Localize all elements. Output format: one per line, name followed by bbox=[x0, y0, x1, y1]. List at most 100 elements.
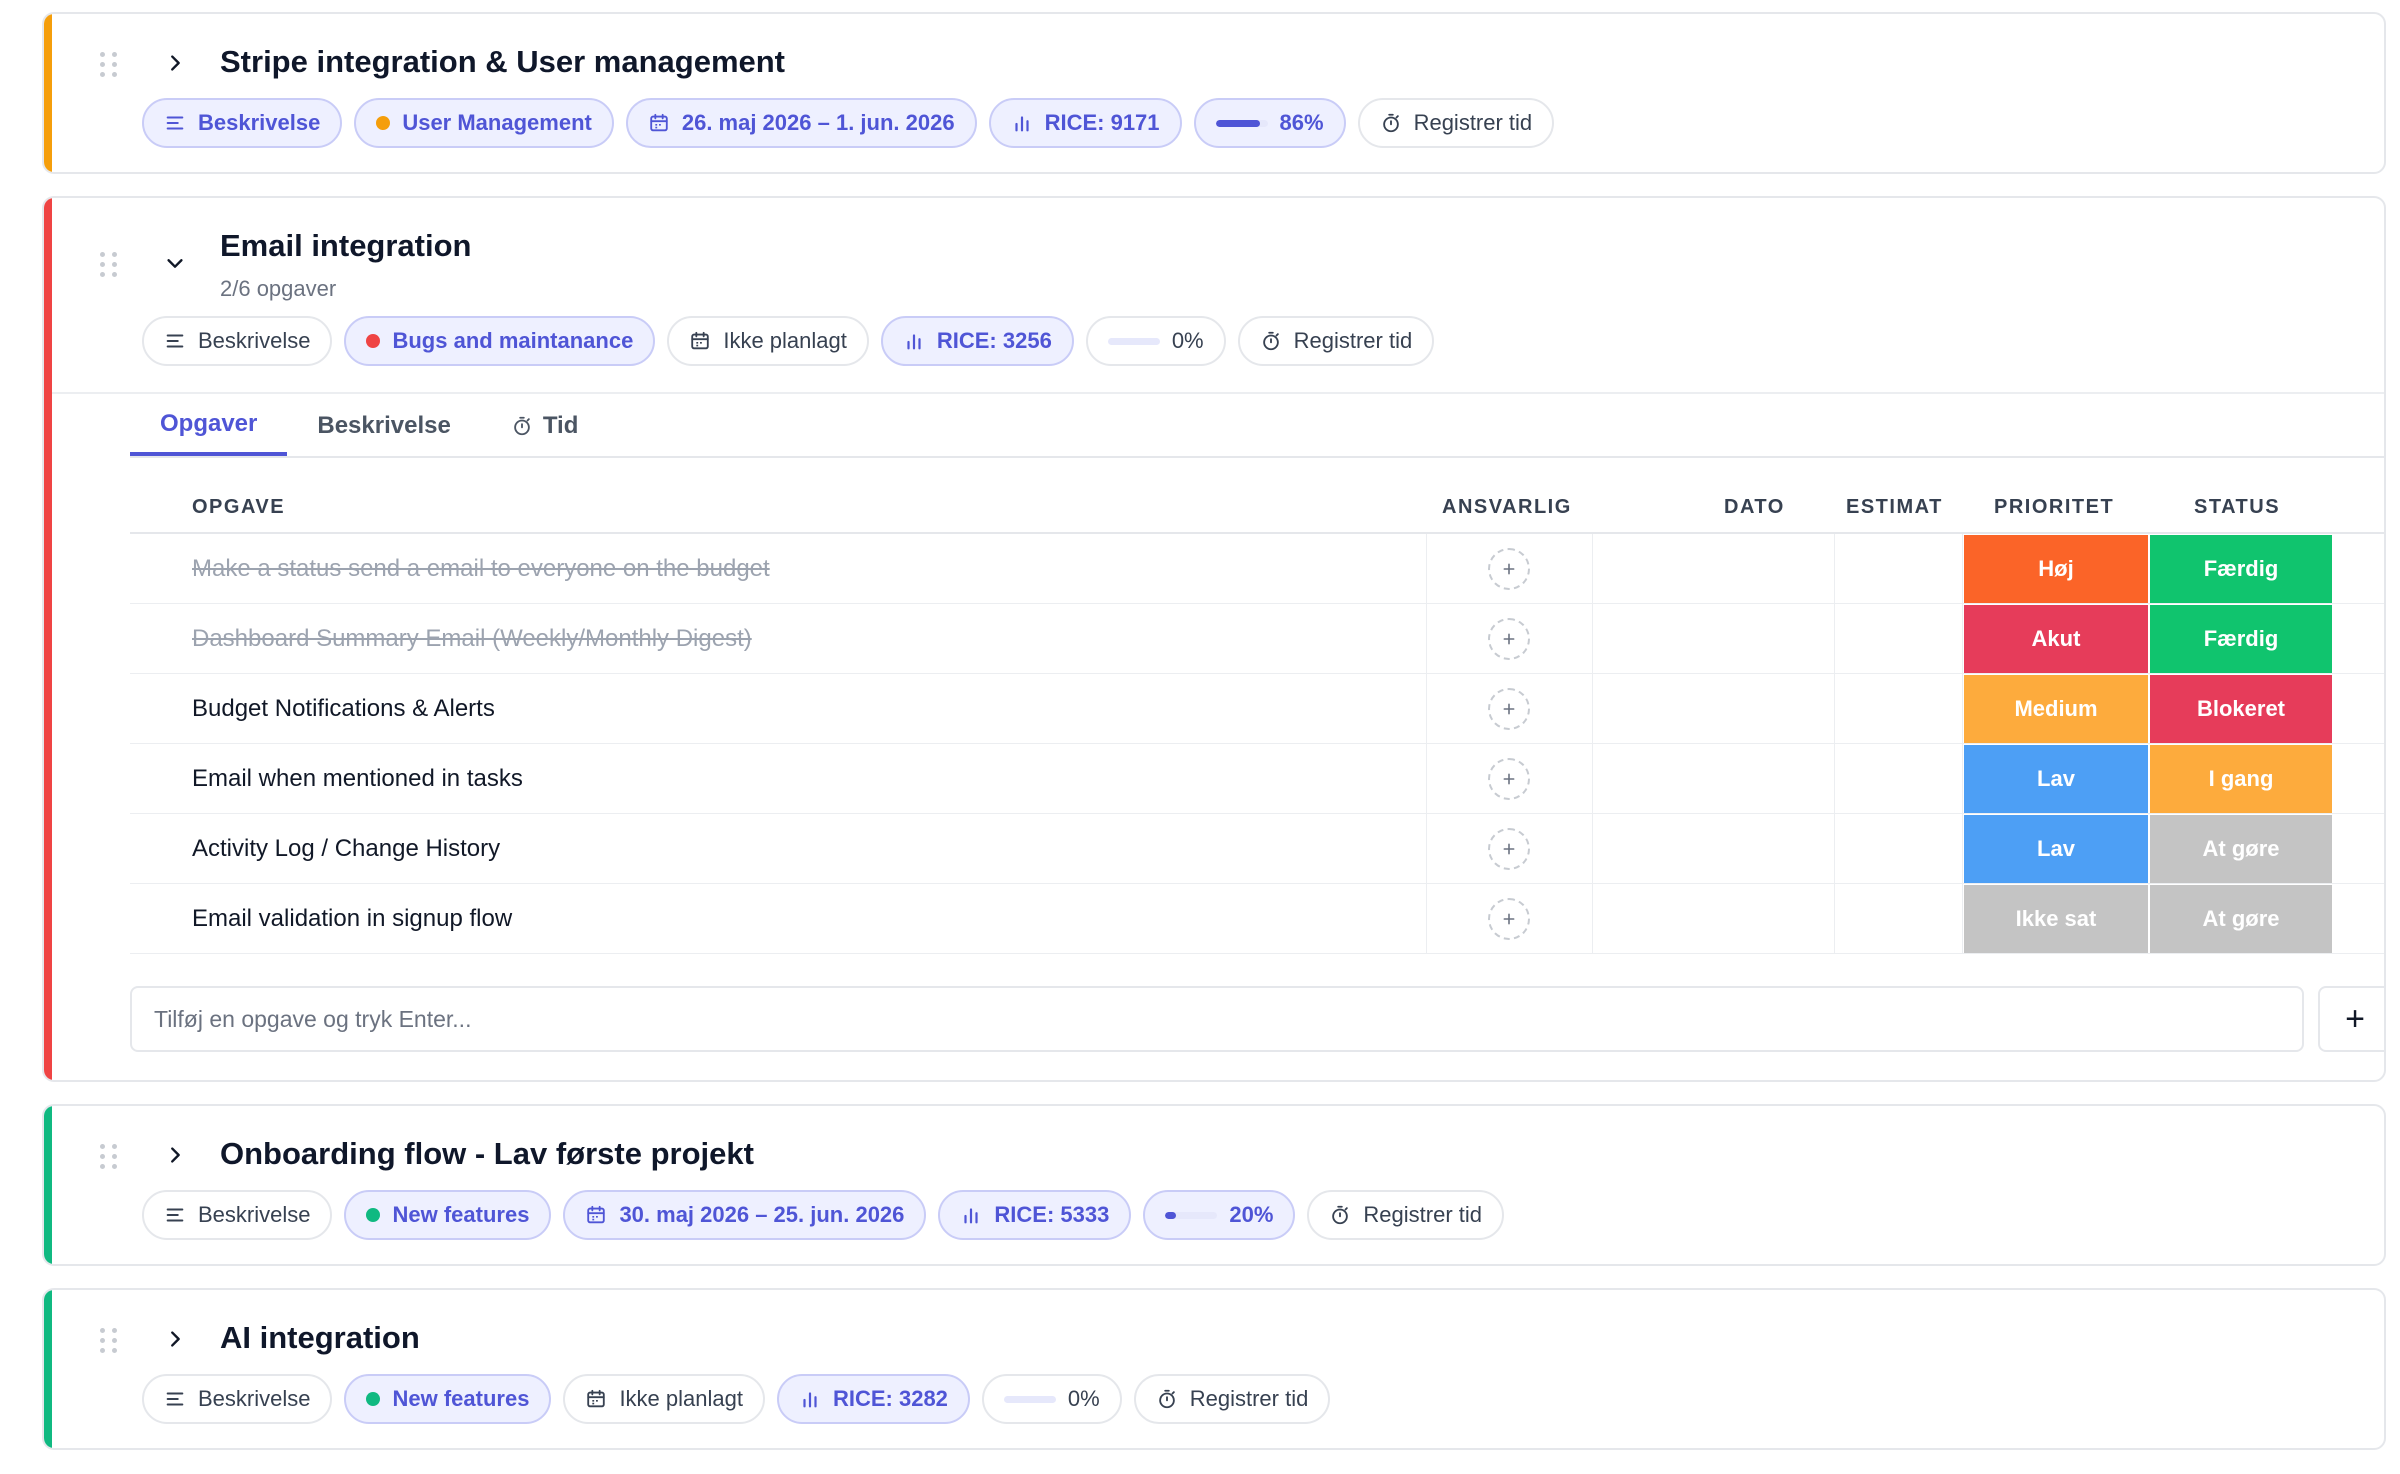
date-range-label: 26. maj 2026 – 1. jun. 2026 bbox=[681, 110, 955, 135]
column-divider bbox=[1426, 674, 1427, 744]
column-header-task[interactable]: OPGAVE bbox=[192, 496, 285, 519]
task-name[interactable]: Make a status send a email to everyone o… bbox=[192, 534, 770, 604]
status-pill[interactable]: Blokeret bbox=[2150, 675, 2332, 743]
priority-pill[interactable]: Ikke sat bbox=[1964, 885, 2148, 953]
category-chip[interactable]: Bugs and maintanance bbox=[344, 316, 656, 366]
description-chip[interactable]: Beskrivelse bbox=[142, 316, 333, 366]
task-name[interactable]: Budget Notifications & Alerts bbox=[192, 674, 495, 744]
drag-handle-icon[interactable] bbox=[100, 252, 118, 278]
bar-chart-icon bbox=[803, 1392, 817, 1408]
assign-user-button[interactable] bbox=[1488, 828, 1530, 870]
chevron-right-icon[interactable] bbox=[160, 1140, 190, 1170]
drag-handle-icon[interactable] bbox=[100, 1144, 118, 1170]
table-row[interactable]: Dashboard Summary Email (Weekly/Monthly … bbox=[130, 604, 2384, 674]
card-title[interactable]: Onboarding flow - Lav første projekt bbox=[220, 1136, 754, 1172]
rice-score-chip[interactable]: RICE: 3282 bbox=[776, 1374, 970, 1424]
lines-icon bbox=[166, 116, 184, 130]
chevron-right-icon[interactable] bbox=[160, 1324, 190, 1354]
priority-pill[interactable]: Akut bbox=[1964, 605, 2148, 673]
register-time-chip[interactable]: Registrer tid bbox=[1133, 1374, 1331, 1424]
status-pill[interactable]: At gøre bbox=[2150, 815, 2332, 883]
register-time-chip[interactable]: Registrer tid bbox=[1307, 1190, 1504, 1240]
column-divider bbox=[1592, 884, 1593, 954]
chevron-right-icon[interactable] bbox=[160, 48, 190, 78]
chevron-down-icon[interactable] bbox=[160, 248, 190, 278]
category-chip[interactable]: New features bbox=[344, 1190, 552, 1240]
status-pill[interactable]: Færdig bbox=[2150, 605, 2332, 673]
column-header-date[interactable]: DATO bbox=[1724, 496, 1785, 519]
column-divider bbox=[1592, 814, 1593, 884]
priority-pill[interactable]: Lav bbox=[1964, 745, 2148, 813]
column-header-estimate[interactable]: ESTIMAT bbox=[1846, 496, 1943, 519]
assign-user-button[interactable] bbox=[1488, 898, 1530, 940]
tab-time-label: Tid bbox=[542, 412, 579, 439]
lines-icon bbox=[166, 1208, 184, 1222]
rice-score-chip[interactable]: RICE: 3256 bbox=[880, 316, 1074, 366]
rice-score-chip[interactable]: RICE: 9171 bbox=[988, 98, 1182, 148]
status-pill[interactable]: Færdig bbox=[2150, 535, 2332, 603]
date-range-chip[interactable]: 30. maj 2026 – 25. jun. 2026 bbox=[563, 1190, 927, 1240]
description-chip[interactable]: Beskrivelse bbox=[142, 1190, 333, 1240]
description-chip[interactable]: Beskrivelse bbox=[142, 1374, 333, 1424]
date-range-chip[interactable]: Ikke planlagt bbox=[667, 316, 869, 366]
lines-icon bbox=[166, 334, 184, 348]
rice-score-chip[interactable]: RICE: 5333 bbox=[938, 1190, 1132, 1240]
status-pill[interactable]: At gøre bbox=[2150, 885, 2332, 953]
card-title[interactable]: Email integration bbox=[220, 228, 471, 264]
category-chip[interactable]: User Management bbox=[354, 98, 614, 148]
tab-description[interactable]: Beskrivelse bbox=[287, 396, 480, 456]
progress-bar bbox=[1107, 337, 1160, 345]
status-pill[interactable]: I gang bbox=[2150, 745, 2332, 813]
assign-user-button[interactable] bbox=[1488, 758, 1530, 800]
table-row[interactable]: Budget Notifications & Alerts Medium Bloke… bbox=[130, 674, 2384, 744]
table-row[interactable]: Activity Log / Change History Lav At gøre bbox=[130, 814, 2384, 884]
calendar-icon bbox=[587, 1389, 606, 1408]
tab-tasks[interactable]: Opgaver bbox=[130, 396, 288, 456]
column-header-assignee[interactable]: ANSVARLIG bbox=[1442, 496, 1572, 519]
column-header-priority[interactable]: PRIORITET bbox=[1994, 496, 2114, 519]
progress-chip[interactable]: 0% bbox=[981, 1374, 1122, 1424]
category-dot bbox=[366, 334, 381, 348]
table-row[interactable]: Make a status send a email to everyone o… bbox=[130, 534, 2384, 604]
column-divider bbox=[1426, 744, 1427, 814]
progress-chip[interactable]: 86% bbox=[1193, 98, 1346, 148]
tab-time[interactable]: Tid bbox=[481, 396, 609, 456]
progress-chip[interactable]: 20% bbox=[1143, 1190, 1296, 1240]
task-name[interactable]: Activity Log / Change History bbox=[192, 814, 500, 884]
progress-chip[interactable]: 0% bbox=[1085, 316, 1226, 366]
add-task-input[interactable] bbox=[130, 986, 2304, 1052]
progress-bar-fill bbox=[1215, 119, 1261, 127]
assign-user-button[interactable] bbox=[1488, 618, 1530, 660]
card-title[interactable]: Stripe integration & User management bbox=[220, 44, 785, 80]
column-header-status[interactable]: STATUS bbox=[2194, 496, 2280, 519]
category-chip[interactable]: New features bbox=[344, 1374, 552, 1424]
calendar-icon bbox=[650, 113, 668, 132]
task-name[interactable]: Email validation in signup flow bbox=[192, 884, 512, 954]
plus-icon bbox=[1503, 633, 1515, 645]
stopwatch-icon bbox=[1262, 331, 1279, 351]
progress-label: 86% bbox=[1279, 110, 1324, 135]
drag-handle-icon[interactable] bbox=[100, 52, 118, 78]
date-range-chip[interactable]: 26. maj 2026 – 1. jun. 2026 bbox=[625, 98, 977, 148]
category-label: Bugs and maintanance bbox=[392, 328, 634, 353]
task-name[interactable]: Dashboard Summary Email (Weekly/Monthly … bbox=[192, 604, 752, 674]
description-chip[interactable]: Beskrivelse bbox=[142, 98, 343, 148]
table-row[interactable]: Email validation in signup flow Ikke sat A… bbox=[130, 884, 2384, 954]
add-task-button[interactable]: + bbox=[2318, 986, 2384, 1052]
register-time-chip[interactable]: Registrer tid bbox=[1237, 316, 1435, 366]
drag-handle-icon[interactable] bbox=[100, 1328, 118, 1354]
card-title[interactable]: AI integration bbox=[220, 1320, 420, 1356]
priority-pill[interactable]: Medium bbox=[1964, 675, 2148, 743]
stopwatch-icon bbox=[1158, 1389, 1175, 1409]
date-range-chip[interactable]: Ikke planlagt bbox=[563, 1374, 765, 1424]
assign-user-button[interactable] bbox=[1488, 548, 1530, 590]
priority-pill[interactable]: Høj bbox=[1964, 535, 2148, 603]
date-range-label: 30. maj 2026 – 25. jun. 2026 bbox=[619, 1202, 905, 1227]
task-name[interactable]: Email when mentioned in tasks bbox=[192, 744, 523, 814]
priority-pill[interactable]: Lav bbox=[1964, 815, 2148, 883]
table-row[interactable]: Email when mentioned in tasks Lav I gang bbox=[130, 744, 2384, 814]
assign-user-button[interactable] bbox=[1488, 688, 1530, 730]
register-time-chip[interactable]: Registrer tid bbox=[1357, 98, 1555, 148]
column-divider bbox=[1592, 534, 1593, 604]
column-divider bbox=[1426, 604, 1427, 674]
